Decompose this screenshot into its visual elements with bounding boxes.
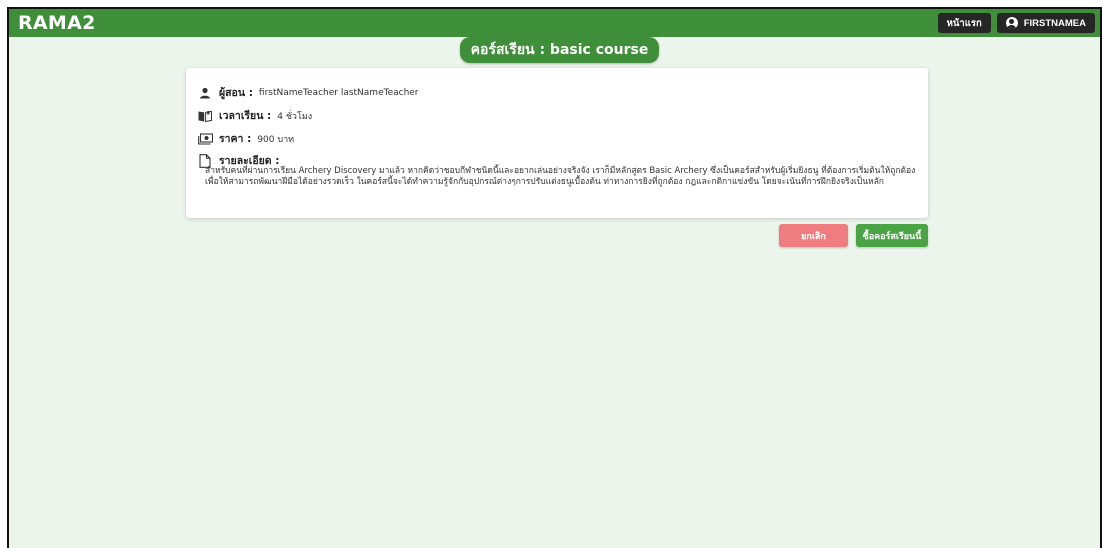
price-row: ราคา : 900 บาท [197, 130, 294, 147]
teacher-label: ผู้สอน : [219, 87, 253, 99]
course-detail-card: ผู้สอน : firstNameTeacher lastNameTeache… [186, 68, 928, 218]
user-name: FIRSTNAMEA [1023, 17, 1086, 29]
home-button[interactable]: หน้าแรก [937, 13, 991, 33]
duration-value: 4 ชั่วโมง [277, 111, 313, 122]
money-icon [197, 132, 213, 146]
person-icon [197, 86, 213, 100]
cancel-button[interactable]: ยกเลิก [779, 224, 848, 247]
navbar: RAMA2 หน้าแรก FIRSTNAMEA [9, 9, 1100, 37]
price-label: ราคา : [219, 133, 252, 145]
cancel-button-label: ยกเลิก [801, 230, 826, 241]
buy-course-button-label: ซื้อคอร์สเรียนนี้ [862, 230, 922, 241]
duration-row: เวลาเรียน : 4 ชั่วโมง [197, 107, 312, 124]
user-circle-icon [1005, 17, 1018, 29]
user-menu-button[interactable]: FIRSTNAMEA [996, 13, 1095, 33]
teacher-row: ผู้สอน : firstNameTeacher lastNameTeache… [197, 84, 419, 101]
buy-course-button[interactable]: ซื้อคอร์สเรียนนี้ [856, 224, 928, 247]
brand-logo[interactable]: RAMA2 [9, 12, 96, 34]
course-description: สำหรับคนที่ผ่านการเรียน Archery Discover… [205, 166, 916, 187]
book-icon [197, 109, 213, 123]
course-title-badge: คอร์สเรียน : basic course [460, 37, 659, 63]
duration-label: เวลาเรียน : [219, 110, 272, 122]
home-button-label: หน้าแรก [946, 17, 982, 29]
course-title: คอร์สเรียน : basic course [470, 42, 649, 58]
price-value: 900 บาท [257, 134, 295, 145]
nav-actions: หน้าแรก FIRSTNAMEA [937, 13, 1100, 33]
teacher-value: firstNameTeacher lastNameTeacher [258, 87, 419, 98]
